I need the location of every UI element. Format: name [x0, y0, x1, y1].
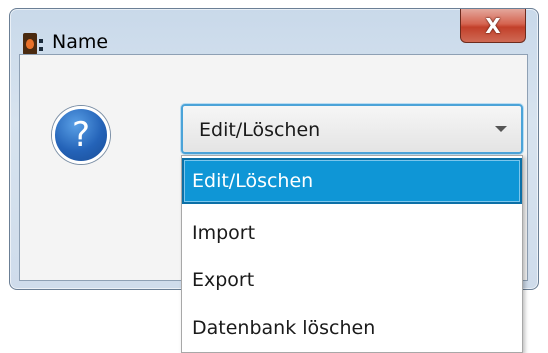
app-icon	[23, 33, 37, 55]
dropdown-item-datenbank-loeschen[interactable]: Datenbank löschen	[182, 305, 522, 351]
chevron-down-icon[interactable]	[495, 126, 507, 132]
action-combobox[interactable]: Edit/Löschen	[181, 104, 523, 154]
question-icon: ?	[52, 106, 110, 164]
window-title: Name	[52, 31, 109, 53]
dropdown-item-edit-loeschen[interactable]: Edit/Löschen	[182, 158, 522, 204]
close-button[interactable]: X	[460, 9, 526, 43]
app-icon-colon	[39, 34, 44, 54]
combobox-dropdown-list: Edit/Löschen Import Export Datenbank lös…	[181, 155, 523, 353]
combobox-value: Edit/Löschen	[199, 119, 321, 141]
close-icon: X	[485, 13, 501, 38]
dropdown-item-export[interactable]: Export	[182, 257, 522, 303]
dropdown-item-import[interactable]: Import	[182, 210, 522, 256]
question-glyph: ?	[71, 115, 91, 155]
